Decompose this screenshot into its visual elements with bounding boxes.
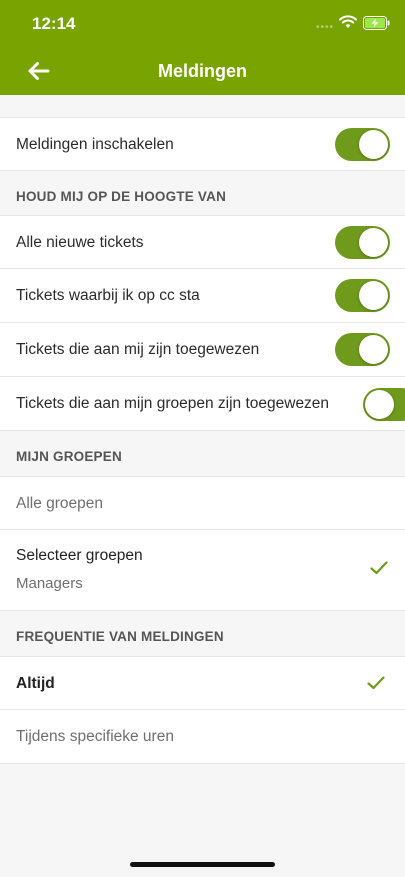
list-item-label: Alle nieuwe tickets — [16, 234, 144, 251]
select-groups-label: Selecteer groepen — [16, 547, 143, 564]
frequency-always-option[interactable]: Altijd — [0, 656, 405, 710]
list-item: Tickets die aan mijn groepen zijn toegew… — [0, 377, 405, 431]
cc-tickets-toggle[interactable] — [335, 279, 390, 312]
status-time: 12:14 — [32, 14, 76, 33]
all-groups-option[interactable]: Alle groepen — [0, 476, 405, 530]
page-title: Meldingen — [158, 61, 247, 81]
home-indicator[interactable] — [130, 862, 275, 867]
checkmark-icon — [367, 676, 385, 690]
select-groups-option[interactable]: Selecteer groepen Managers — [0, 530, 405, 611]
list-item: Tickets die aan mij zijn toegewezen — [0, 323, 405, 377]
signal-icon: •••• — [316, 22, 335, 33]
enable-notifications-label: Meldingen inschakelen — [16, 136, 174, 153]
battery-charging-icon — [363, 16, 390, 30]
frequency-specific-hours-option[interactable]: Tijdens specifieke uren — [0, 710, 405, 764]
checkmark-icon — [370, 561, 388, 575]
selected-group-value: Managers — [16, 575, 83, 592]
top-bar: 12:14 •••• Meldingen — [0, 0, 405, 95]
section-header-frequency: FREQUENTIE VAN MELDINGEN — [16, 629, 224, 644]
enable-notifications-row: Meldingen inschakelen — [0, 117, 405, 171]
assigned-to-groups-toggle[interactable] — [363, 388, 405, 421]
wifi-icon — [339, 15, 357, 28]
list-item-label: Tickets die aan mijn groepen zijn toegew… — [16, 395, 330, 412]
list-item-label: Tickets waarbij ik op cc sta — [16, 287, 200, 304]
list-item-label: Tickets die aan mij zijn toegewezen — [16, 341, 260, 358]
enable-notifications-toggle[interactable] — [335, 128, 390, 161]
assigned-to-me-toggle[interactable] — [335, 333, 390, 366]
section-header-my-groups: MIJN GROEPEN — [16, 449, 122, 464]
frequency-always-label: Altijd — [16, 675, 55, 692]
all-groups-label: Alle groepen — [16, 495, 104, 512]
all-new-tickets-toggle[interactable] — [335, 226, 390, 259]
list-item: Tickets waarbij ik op cc sta — [0, 269, 405, 323]
section-header-keep-updated: HOUD MIJ OP DE HOOGTE VAN — [16, 189, 227, 204]
list-item: Alle nieuwe tickets — [0, 215, 405, 269]
frequency-specific-hours-label: Tijdens specifieke uren — [16, 728, 174, 745]
